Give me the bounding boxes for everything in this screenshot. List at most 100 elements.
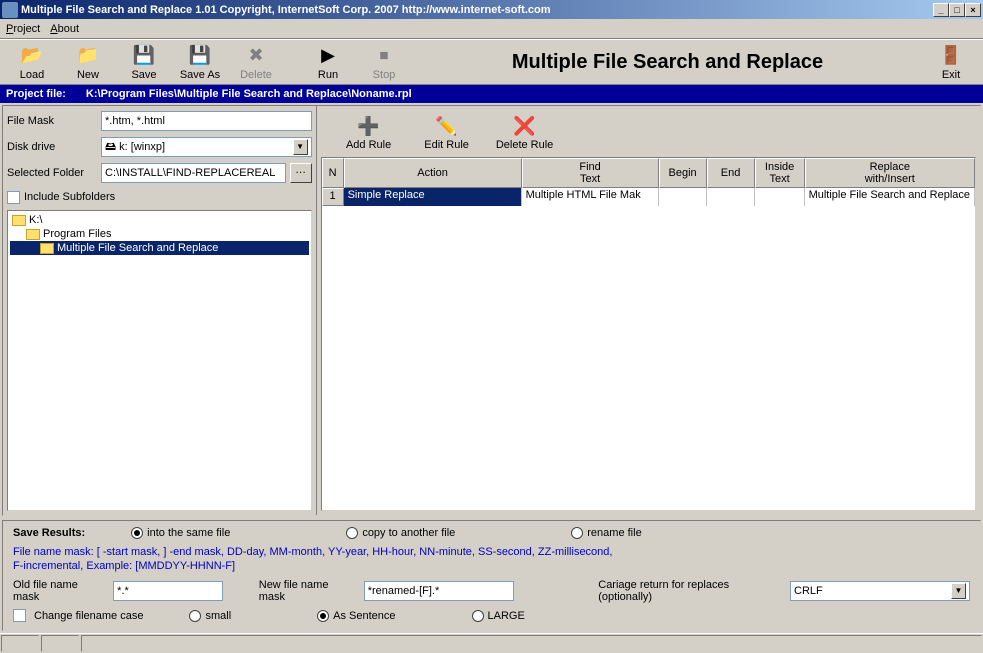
col-inside[interactable]: Inside Text: [755, 158, 805, 188]
col-find[interactable]: Find Text: [522, 158, 659, 188]
close-button[interactable]: ×: [965, 3, 981, 17]
tree-node-selected[interactable]: Multiple File Search and Replace: [10, 241, 309, 255]
radio-icon: [317, 610, 329, 622]
rule-toolbar: ➕ Add Rule ✏️ Edit Rule ❌ Delete Rule: [321, 110, 976, 157]
delete-rule-icon: ❌: [513, 114, 537, 138]
add-icon: ➕: [357, 114, 381, 138]
new-mask-input[interactable]: [364, 581, 514, 601]
folder-tree[interactable]: K:\ Program Files Multiple File Search a…: [7, 210, 312, 511]
exit-icon: 🚪: [939, 44, 963, 68]
browse-folder-button[interactable]: …: [290, 163, 312, 183]
new-mask-label: New file name mask: [259, 579, 356, 603]
main-toolbar: 📂 Load 📁 New 💾 Save 💾 Save As ✖ Delete ▶…: [0, 39, 983, 85]
new-button[interactable]: 📁 New: [60, 40, 116, 84]
main-area: File Mask Disk drive 🖴 k: [winxp] ▼ Sele…: [2, 105, 981, 516]
cell-inside: [755, 188, 805, 206]
old-mask-label: Old file name mask: [13, 579, 105, 603]
include-subfolders-checkbox[interactable]: [7, 191, 20, 204]
radio-icon: [472, 610, 484, 622]
radio-case-large[interactable]: LARGE: [472, 610, 525, 622]
tree-root[interactable]: K:\: [10, 213, 309, 227]
row-number: 1: [322, 188, 344, 206]
save-button[interactable]: 💾 Save: [116, 40, 172, 84]
chevron-down-icon: ▼: [293, 139, 308, 155]
include-subfolders-label: Include Subfolders: [24, 191, 115, 203]
tree-node-program-files[interactable]: Program Files: [10, 227, 309, 241]
run-icon: ▶: [316, 44, 340, 68]
save-results-label: Save Results:: [13, 527, 85, 539]
change-case-label: Change filename case: [34, 610, 143, 622]
menu-project[interactable]: Project: [6, 23, 40, 35]
radio-icon: [131, 527, 143, 539]
cell-action: Simple Replace: [344, 188, 522, 206]
folder-open-icon: [12, 215, 26, 226]
minimize-button[interactable]: _: [933, 3, 949, 17]
filename-mask-hint1: File name mask: [ -start mask, ] -end ma…: [13, 545, 970, 559]
cell-find: Multiple HTML File Mak: [522, 188, 659, 206]
right-panel: ➕ Add Rule ✏️ Edit Rule ❌ Delete Rule N …: [317, 106, 980, 515]
radio-copy-file[interactable]: copy to another file: [346, 527, 455, 539]
app-icon: [2, 2, 18, 18]
load-button[interactable]: 📂 Load: [4, 40, 60, 84]
folder-open-icon: [40, 243, 54, 254]
exit-button[interactable]: 🚪 Exit: [923, 40, 979, 84]
chevron-down-icon: ▼: [951, 583, 966, 599]
radio-same-file[interactable]: into the same file: [131, 527, 230, 539]
radio-icon: [346, 527, 358, 539]
stop-icon: ⏹: [372, 44, 396, 68]
filename-mask-hint2: F-incremental, Example: [MMDDYY-HHNN-F]: [13, 559, 970, 573]
menu-bar: Project About: [0, 19, 983, 39]
stop-button[interactable]: ⏹ Stop: [356, 40, 412, 84]
left-panel: File Mask Disk drive 🖴 k: [winxp] ▼ Sele…: [3, 106, 317, 515]
selected-folder-label: Selected Folder: [7, 167, 97, 179]
delete-icon: ✖: [244, 44, 268, 68]
status-cell: [1, 635, 39, 652]
edit-icon: ✏️: [435, 114, 459, 138]
maximize-button[interactable]: □: [949, 3, 965, 17]
run-button[interactable]: ▶ Run: [300, 40, 356, 84]
window-titlebar: Multiple File Search and Replace 1.01 Co…: [0, 0, 983, 19]
radio-case-sentence[interactable]: As Sentence: [317, 610, 395, 622]
rules-table: N Action Find Text Begin End Inside Text…: [321, 157, 976, 511]
radio-icon: [571, 527, 583, 539]
project-file-bar: Project file: K:\Program Files\Multiple …: [0, 85, 983, 103]
cell-end: [707, 188, 755, 206]
disk-drive-combo[interactable]: 🖴 k: [winxp] ▼: [101, 137, 312, 157]
delete-rule-button[interactable]: ❌ Delete Rule: [493, 114, 557, 151]
add-rule-button[interactable]: ➕ Add Rule: [337, 114, 401, 151]
file-mask-input[interactable]: [101, 111, 312, 131]
status-bar: [0, 633, 983, 653]
edit-rule-button[interactable]: ✏️ Edit Rule: [415, 114, 479, 151]
cell-begin: [659, 188, 707, 206]
status-cell: [81, 635, 982, 652]
delete-button[interactable]: ✖ Delete: [228, 40, 284, 84]
folder-open-icon: [26, 229, 40, 240]
save-as-button[interactable]: 💾 Save As: [172, 40, 228, 84]
cell-replace: Multiple File Search and Replace: [805, 188, 975, 206]
table-row[interactable]: 1 Simple Replace Multiple HTML File Mak …: [322, 188, 975, 206]
col-begin[interactable]: Begin: [659, 158, 707, 188]
radio-rename-file[interactable]: rename file: [571, 527, 641, 539]
col-replace[interactable]: Replace with/Insert: [805, 158, 975, 188]
cr-label: Cariage return for replaces (optionally): [598, 579, 782, 603]
disk-drive-label: Disk drive: [7, 141, 97, 153]
menu-about[interactable]: About: [50, 23, 79, 35]
save-as-icon: 💾: [188, 44, 212, 68]
new-icon: 📁: [76, 44, 100, 68]
rules-header: N Action Find Text Begin End Inside Text…: [322, 158, 975, 188]
app-title: Multiple File Search and Replace: [412, 51, 923, 74]
change-case-checkbox[interactable]: [13, 609, 26, 622]
bottom-panel: Save Results: into the same file copy to…: [2, 520, 981, 631]
cr-combo[interactable]: CRLF ▼: [790, 581, 970, 601]
status-cell: [41, 635, 79, 652]
col-action[interactable]: Action: [344, 158, 522, 188]
project-file-label: Project file:: [6, 88, 66, 100]
col-end[interactable]: End: [707, 158, 755, 188]
file-mask-label: File Mask: [7, 115, 97, 127]
radio-case-small[interactable]: small: [189, 610, 231, 622]
col-n[interactable]: N: [322, 158, 344, 188]
old-mask-input[interactable]: [113, 581, 223, 601]
selected-folder-input[interactable]: [101, 163, 286, 183]
save-icon: 💾: [132, 44, 156, 68]
project-file-path: K:\Program Files\Multiple File Search an…: [86, 88, 412, 100]
